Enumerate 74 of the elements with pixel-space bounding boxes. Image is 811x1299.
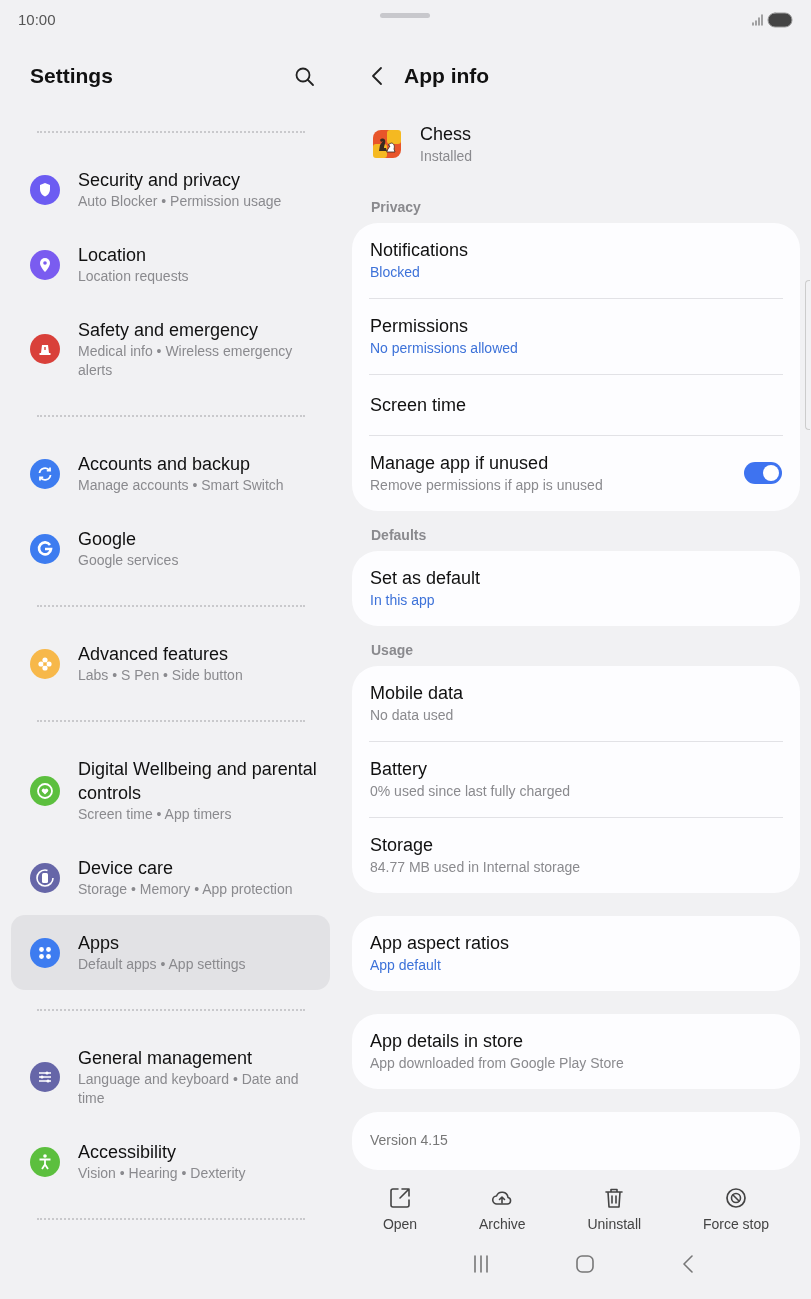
row-subtitle: 84.77 MB used in Internal storage (370, 858, 581, 877)
row-title[interactable]: Screen time (370, 393, 467, 417)
app-name: Chess (420, 123, 473, 146)
settings-item[interactable]: Digital Wellbeing and parental controls Screen time • App timers (11, 741, 330, 840)
item-subtitle: Google services (78, 551, 179, 570)
item-title: Device care (78, 857, 175, 880)
row-title[interactable]: App aspect ratios (370, 931, 510, 955)
stop-icon (724, 1186, 748, 1210)
row-title[interactable]: App details in store (370, 1029, 624, 1053)
home-icon[interactable] (574, 1253, 596, 1275)
item-title: General management (78, 1047, 254, 1070)
item-title: Accessibility (78, 1141, 178, 1164)
item-subtitle: Medical info • Wireless emergency alerts (78, 342, 294, 380)
settings-item[interactable]: Location Location requests (11, 227, 330, 302)
row-subtitle: Remove permissions if app is unused (370, 476, 603, 495)
action-button[interactable]: Force stop (696, 1182, 776, 1239)
row-title[interactable]: Battery (370, 757, 570, 781)
section-label: Usage (370, 641, 415, 660)
item-subtitle: Vision • Hearing • Dexterity (78, 1164, 246, 1183)
settings-item[interactable]: Safety and emergency Medical info • Wireless emergency alerts (11, 302, 330, 396)
item-title: Google (78, 528, 138, 551)
item-title: Apps (78, 932, 121, 955)
version-text: Version 4.15 (370, 1131, 448, 1150)
item-subtitle: Default apps • App settings (78, 955, 246, 974)
section-label: Privacy (370, 198, 422, 217)
item-subtitle: Language and keyboard • Date and time (78, 1070, 300, 1108)
settings-item[interactable]: Security and privacy Auto Blocker • Permission usage (11, 152, 330, 227)
item-title: Digital Wellbeing and parental controls (78, 758, 318, 805)
row-subtitle: No data used (370, 706, 455, 725)
settings-item[interactable]: Google Google services (11, 511, 330, 586)
search-icon[interactable] (294, 65, 316, 88)
item-subtitle: Location requests (78, 267, 189, 286)
item-title: Location (78, 244, 148, 267)
action-button[interactable]: Archive (472, 1182, 532, 1239)
settings-item[interactable]: General management Language and keyboard • Date and time (11, 1030, 330, 1124)
row-subtitle: No permissions allowed (370, 339, 518, 358)
item-title: Safety and emergency (78, 319, 260, 342)
app-status: Installed (420, 147, 473, 166)
action-button[interactable]: Open (376, 1182, 424, 1239)
page-title: App info (404, 63, 490, 90)
signal-icon (751, 14, 763, 26)
row-title[interactable]: Permissions (370, 314, 518, 338)
app-icon (372, 129, 402, 159)
row-subtitle: App default (370, 956, 442, 975)
item-subtitle: Manage accounts • Smart Switch (78, 476, 284, 495)
item-title: Accounts and backup (78, 453, 252, 476)
action-button[interactable]: Uninstall (581, 1182, 648, 1239)
toggle-switch[interactable] (744, 462, 782, 484)
settings-item[interactable]: Apps Default apps • App settings (11, 915, 330, 990)
row-title[interactable]: Set as default (370, 566, 481, 590)
drag-handle[interactable] (380, 13, 430, 18)
row-title[interactable]: Storage (370, 833, 581, 857)
row-subtitle: Blocked (370, 263, 421, 282)
item-subtitle: Screen time • App timers (78, 805, 233, 824)
settings-item[interactable]: Device care Storage • Memory • App protection (11, 840, 330, 915)
row-subtitle: In this app (370, 591, 436, 610)
row-title[interactable]: Notifications (370, 238, 469, 262)
clock-text: 10:00 (18, 9, 56, 30)
item-title: Security and privacy (78, 169, 242, 192)
item-subtitle: Auto Blocker • Permission usage (78, 192, 282, 211)
battery-icon (767, 12, 793, 28)
share-out-icon (388, 1186, 412, 1210)
item-subtitle: Labs • S Pen • Side button (78, 666, 243, 685)
item-subtitle: Storage • Memory • App protection (78, 880, 293, 899)
item-title: Advanced features (78, 643, 230, 666)
row-title[interactable]: Manage app if unused (370, 451, 603, 475)
settings-item[interactable]: Accessibility Vision • Hearing • Dexterity (11, 1124, 330, 1199)
row-subtitle: App downloaded from Google Play Store (370, 1054, 624, 1073)
row-subtitle: 0% used since last fully charged (370, 782, 570, 801)
row-title[interactable]: Mobile data (370, 681, 464, 705)
page-title: Settings (30, 63, 113, 90)
settings-item[interactable]: Advanced features Labs • S Pen • Side button (11, 626, 330, 701)
section-label: Defaults (370, 526, 428, 545)
settings-item[interactable]: Accounts and backup Manage accounts • Smart Switch (11, 436, 330, 511)
